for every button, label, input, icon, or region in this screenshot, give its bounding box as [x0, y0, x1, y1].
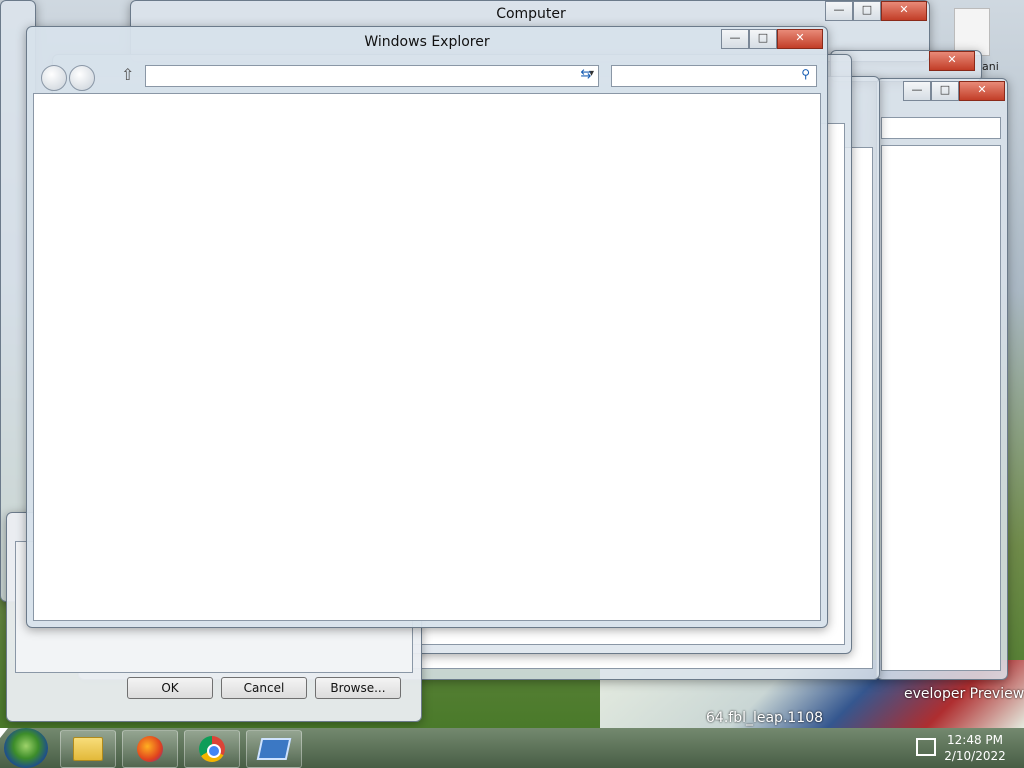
close-button[interactable]: ✕	[929, 51, 975, 71]
taskbar-windows-explorer[interactable]	[60, 730, 116, 768]
close-button[interactable]: ✕	[881, 1, 927, 21]
desktop-file-icon[interactable]	[954, 8, 990, 56]
address-bar[interactable]: ▾	[145, 65, 599, 87]
minimize-button[interactable]: —	[903, 81, 931, 101]
app-icon	[256, 738, 292, 760]
windows-explorer-window[interactable]: Windows Explorer — □ ✕ ⇧ ▾ ⇆ ⚲	[26, 26, 828, 628]
browse-button[interactable]: Browse...	[315, 677, 401, 699]
maximize-button[interactable]: □	[931, 81, 959, 101]
mouse-cursor-icon	[0, 728, 8, 738]
maximize-button[interactable]: □	[853, 1, 881, 21]
background-window-3[interactable]: — □ ✕	[876, 78, 1008, 680]
network-icon[interactable]	[916, 738, 936, 756]
search-input[interactable]: ⚲	[611, 65, 817, 87]
clock-date: 2/10/2022	[944, 749, 1006, 763]
up-icon[interactable]: ⇧	[121, 65, 134, 84]
minimize-button[interactable]: —	[825, 1, 853, 21]
chrome-icon	[199, 736, 225, 762]
start-button[interactable]	[4, 728, 48, 768]
navigation-toolbar: ⇧ ▾ ⇆ ⚲	[27, 61, 827, 91]
window-title: Windows Explorer	[364, 34, 490, 50]
close-button[interactable]: ✕	[777, 29, 823, 49]
desktop-icon-label: ani	[982, 60, 999, 73]
search-icon[interactable]: ⚲	[801, 67, 810, 81]
background-window-3-content	[881, 145, 1001, 671]
minimize-button[interactable]: —	[721, 29, 749, 49]
build-watermark: eveloper Preview	[904, 686, 1024, 702]
maximize-button[interactable]: □	[749, 29, 777, 49]
system-clock[interactable]: 12:48 PM 2/10/2022	[940, 732, 1010, 764]
close-button[interactable]: ✕	[959, 81, 1005, 101]
taskbar-chrome[interactable]	[184, 730, 240, 768]
refresh-icon[interactable]: ⇆	[575, 65, 597, 85]
build-string: 64.fbl_leap.1108	[706, 710, 824, 726]
file-list-area[interactable]	[33, 93, 821, 621]
ok-button[interactable]: OK	[127, 677, 213, 699]
computer-window-title: Computer	[496, 6, 566, 22]
taskbar-app[interactable]	[246, 730, 302, 768]
desktop: ani Computer — □ ✕ ✕ — □ ✕ OK Cancel Bro…	[0, 0, 1024, 728]
taskbar-firefox[interactable]	[122, 730, 178, 768]
background-window-3-search[interactable]	[881, 117, 1001, 139]
back-button[interactable]	[41, 65, 67, 91]
cancel-button[interactable]: Cancel	[221, 677, 307, 699]
folder-icon	[73, 737, 103, 761]
clock-time: 12:48 PM	[947, 733, 1003, 747]
taskbar: 12:48 PM 2/10/2022	[0, 728, 1024, 768]
forward-button[interactable]	[69, 65, 95, 91]
firefox-icon	[137, 736, 163, 762]
